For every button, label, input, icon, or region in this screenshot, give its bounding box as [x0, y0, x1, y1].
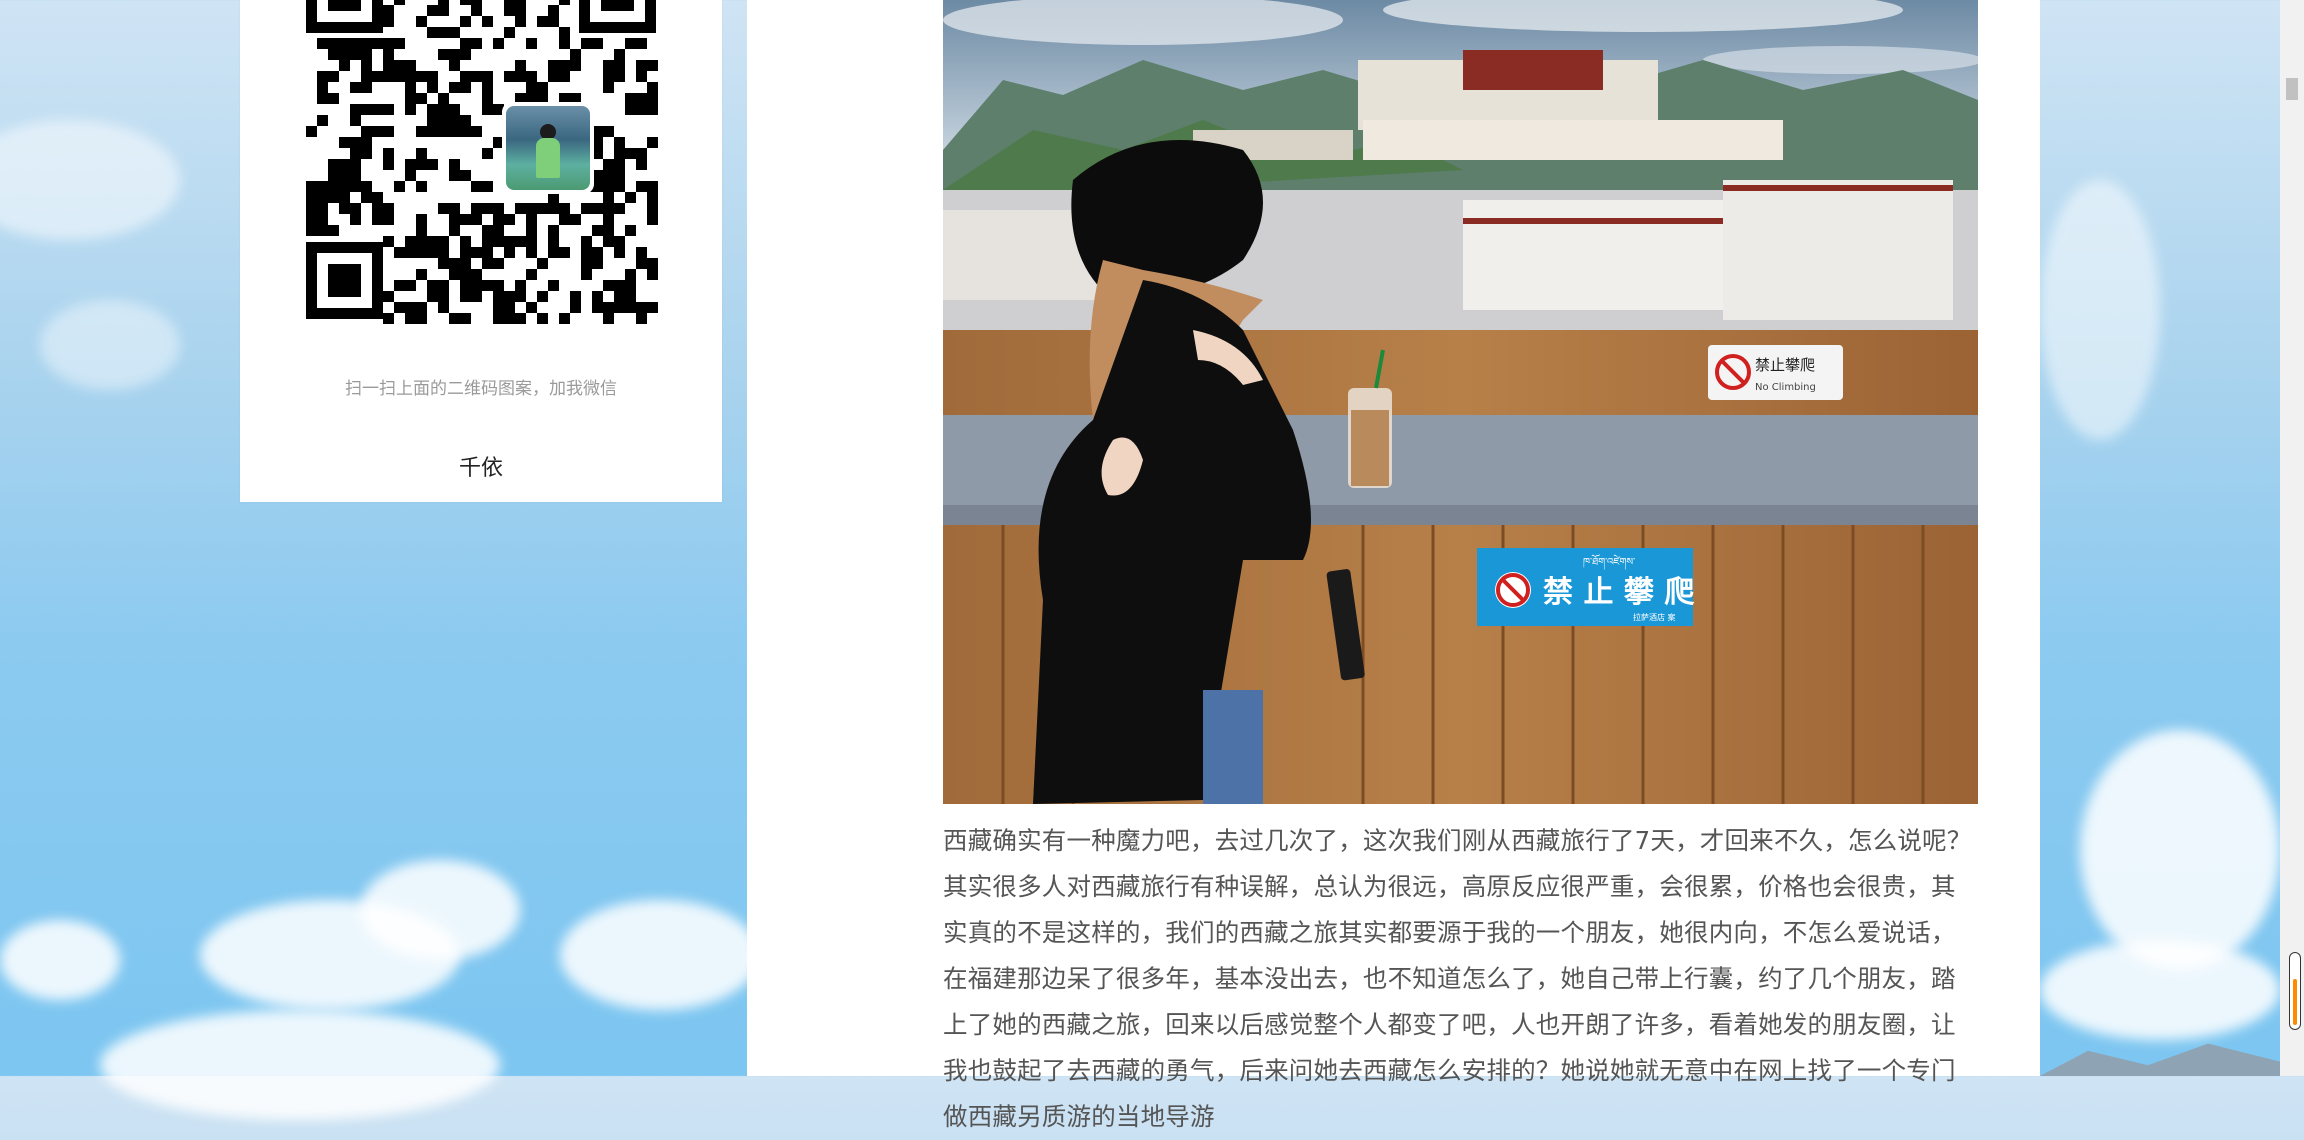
- cloud: [2040, 940, 2280, 1040]
- sign-big-top: ཁ་ཐོག་འཛེགས་: [1583, 554, 1635, 570]
- sign-small-sub: No Climbing: [1755, 382, 1816, 393]
- scroll-progress-fill: [2293, 979, 2297, 1025]
- sign-big-small: 拉萨酒店 案: [1633, 612, 1676, 622]
- scroll-progress-indicator[interactable]: [2289, 952, 2301, 1030]
- avatar: [502, 102, 594, 194]
- scrollbar-thumb[interactable]: [2286, 78, 2298, 100]
- sign-small-title: 禁止攀爬: [1755, 356, 1815, 374]
- cloud: [40, 300, 180, 390]
- wechat-qr-card: 扫一扫上面的二维码图案，加我微信 千依: [240, 0, 722, 502]
- sign-big-text: 禁 止 攀 爬: [1543, 575, 1695, 610]
- cloud: [100, 1010, 500, 1120]
- cloud: [2080, 730, 2280, 970]
- qr-code-icon: [306, 0, 658, 324]
- cloud: [560, 900, 760, 1010]
- article-paragraph: 西藏确实有一种魔力吧，去过几次了，这次我们刚从西藏旅行了7天，才回来不久，怎么说…: [943, 826, 1972, 1131]
- distant-mountains: [2040, 1043, 2280, 1076]
- scrollbar[interactable]: [2280, 0, 2304, 1076]
- cloud: [0, 920, 120, 1000]
- cloud: [2040, 180, 2160, 440]
- qr-caption: 扫一扫上面的二维码图案，加我微信: [345, 379, 617, 399]
- cloud: [360, 860, 520, 960]
- wechat-name: 千依: [458, 456, 503, 481]
- cloud: [0, 120, 180, 240]
- article-photo: 禁止攀爬 No Climbing ཁ་ཐོག་འཛེགས་ 禁 止 攀 爬 拉萨…: [943, 0, 1978, 804]
- wechat-qr-code: [306, 0, 660, 326]
